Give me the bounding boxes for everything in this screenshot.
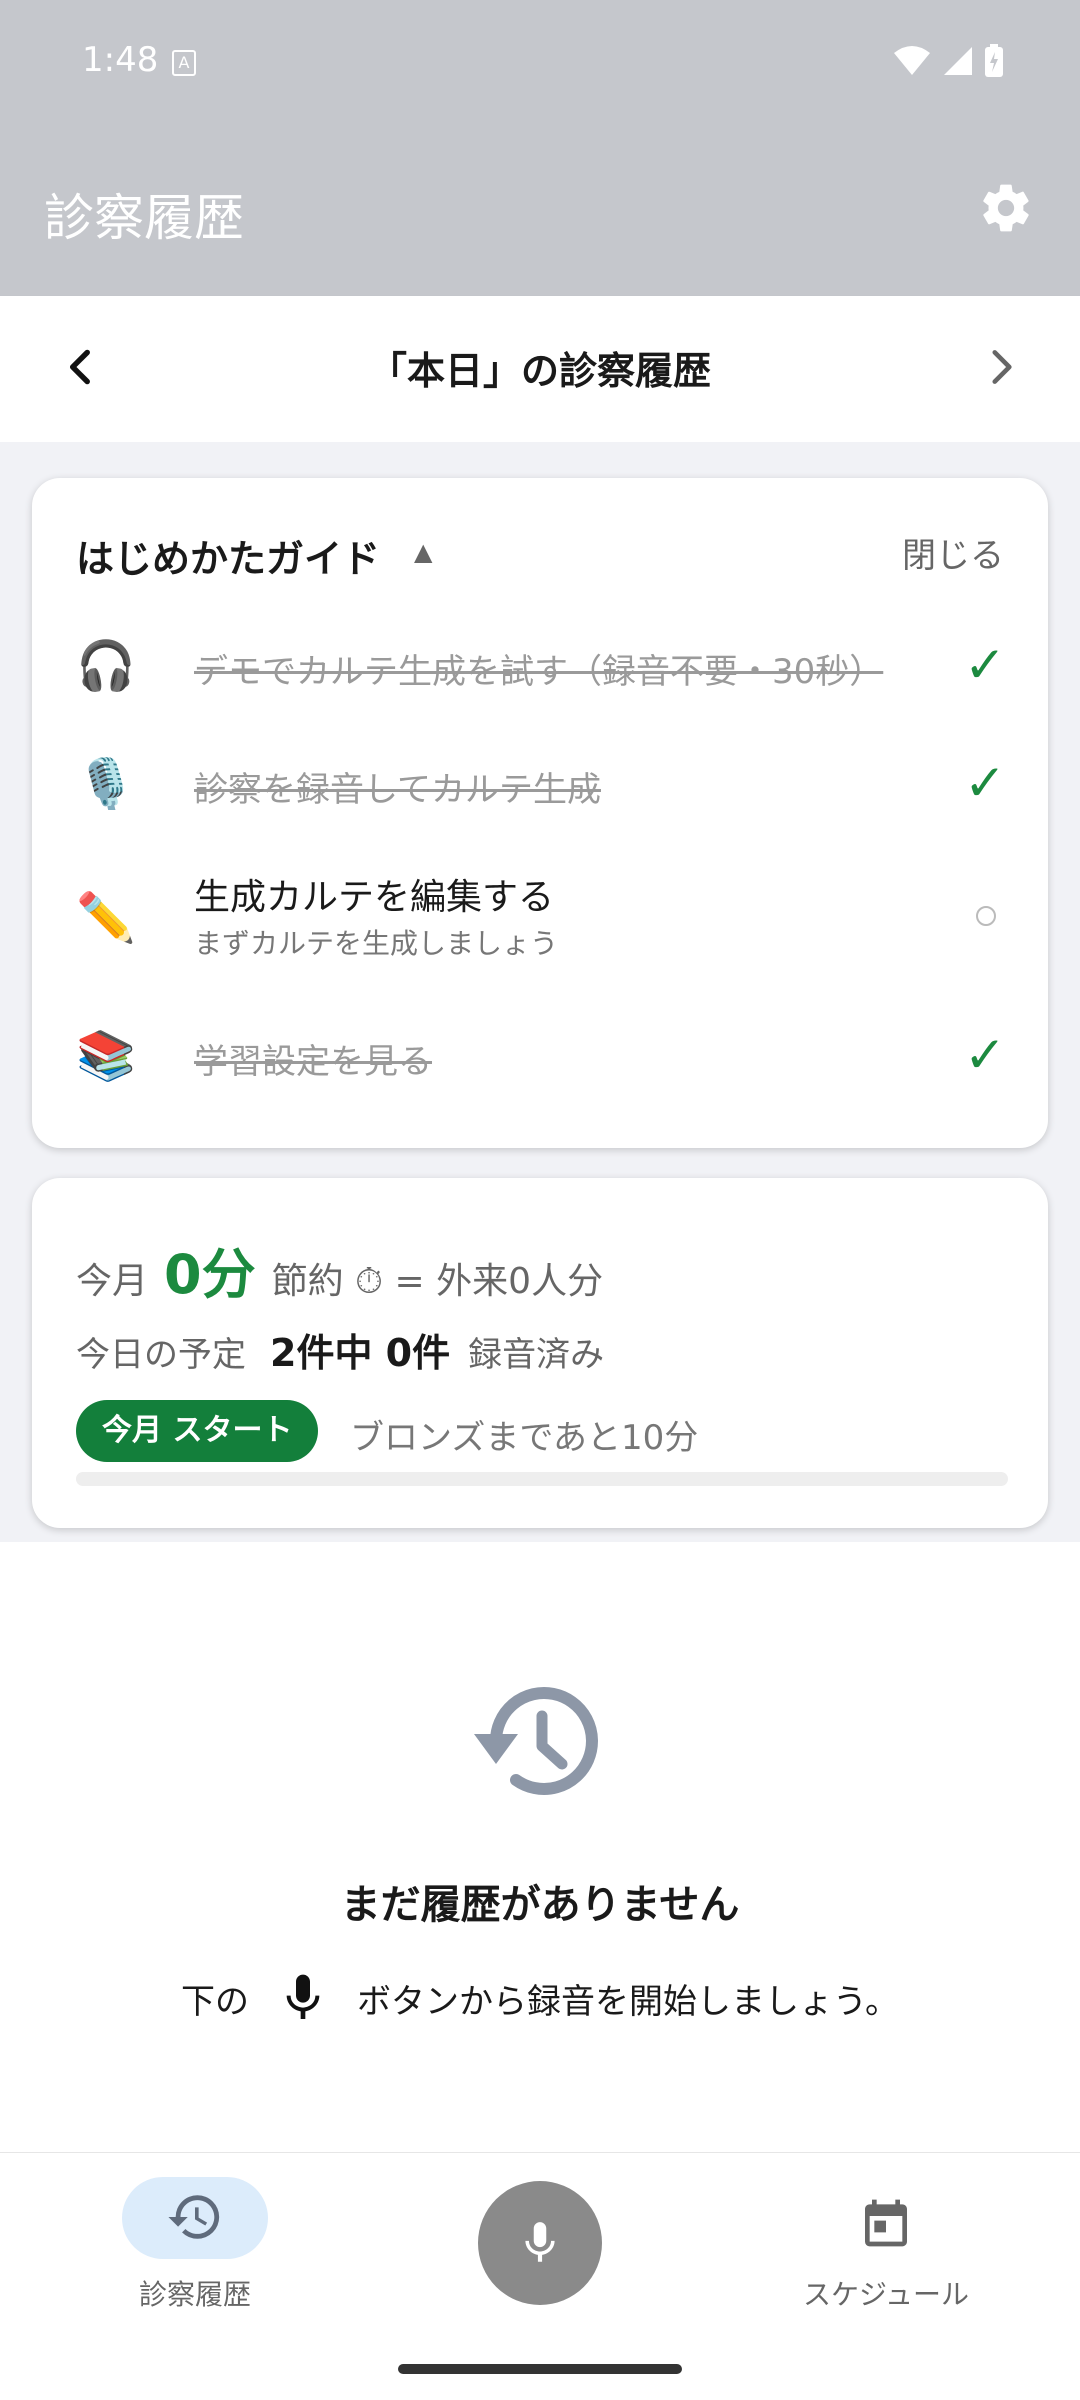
- guide-item-label: 診察を録音してカルテ生成: [194, 770, 601, 810]
- status-icons: [892, 44, 1004, 78]
- empty-state-title: まだ履歴がありません: [340, 1882, 740, 1928]
- guide-item-sublabel: まずカルテを生成しましょう: [194, 927, 559, 960]
- saved-suffix: 節約 ⏱ = 外来0人分: [271, 1261, 604, 1302]
- getting-started-guide-card: はじめかたガイド ▲ 閉じる 🎧 デモでカルテ生成を試す（録音不要・30秒） ✓…: [32, 478, 1048, 1148]
- guide-item-label: デモでカルテ生成を試す（録音不要・30秒）: [194, 652, 884, 692]
- guide-item-label: 学習設定を見る: [194, 1042, 432, 1082]
- next-day-button[interactable]: [976, 342, 1026, 392]
- calendar-icon[interactable]: [858, 2195, 914, 2251]
- nav-schedule-label[interactable]: スケジュール: [786, 2273, 986, 2313]
- guide-item-record[interactable]: 🎙️ 診察を録音してカルテ生成 ✓: [76, 740, 1006, 830]
- today-recorded-count: 2件中 0件: [270, 1331, 451, 1375]
- microphone-icon: [525, 2222, 555, 2262]
- pencil-icon: ✏️: [76, 890, 136, 946]
- wifi-icon: [894, 46, 930, 75]
- app-title: 診察履歴: [44, 189, 244, 247]
- guide-item-learning[interactable]: 📚 学習設定を見る ✓: [76, 1012, 1006, 1102]
- battery-icon: [985, 44, 1003, 77]
- status-time: 1:48: [82, 40, 159, 80]
- collapse-arrow-icon[interactable]: ▲: [414, 538, 432, 566]
- month-prefix: 今月: [76, 1261, 149, 1302]
- empty-desc-after: ボタンから録音を開始しましょう。: [357, 1981, 899, 2022]
- guide-item-label: 生成カルテを編集する: [194, 877, 555, 918]
- books-icon: 📚: [76, 1028, 136, 1084]
- guide-item-demo[interactable]: 🎧 デモでカルテ生成を試す（録音不要・30秒） ✓: [76, 622, 1006, 712]
- record-mic-button[interactable]: [478, 2181, 602, 2305]
- check-icon: ✓: [964, 1026, 1006, 1084]
- saved-minutes: 0分: [164, 1243, 256, 1306]
- history-icon: [168, 2195, 220, 2239]
- guide-item-edit[interactable]: ✏️ 生成カルテを編集する まずカルテを生成しましょう: [76, 864, 1006, 974]
- today-suffix: 録音済み: [468, 1335, 605, 1375]
- date-bar: 「本日」の診察履歴: [0, 296, 1080, 442]
- today-schedule-row: 今日の予定 2件中 0件 録音済み: [76, 1322, 604, 1377]
- nav-history-tab[interactable]: [122, 2177, 268, 2259]
- check-icon: ✓: [964, 754, 1006, 812]
- home-indicator: [398, 2364, 682, 2374]
- history-icon: [474, 1687, 598, 1795]
- microphone-icon: [286, 1974, 320, 2019]
- empty-desc-before: 下の: [181, 1981, 250, 2022]
- app-bar: 1:48 A 診察履歴: [0, 0, 1080, 296]
- nav-history-label[interactable]: 診察履歴: [100, 2273, 290, 2313]
- monthly-savings-row: 今月 0分 節約 ⏱ = 外来0人分: [76, 1230, 603, 1309]
- signal-icon: [944, 47, 972, 75]
- empty-state-description: 下の ボタンから録音を開始しましょう。: [0, 1970, 1080, 2026]
- guide-title: はじめかたガイド: [76, 537, 381, 581]
- microphone-icon: 🎙️: [76, 756, 136, 812]
- headphones-icon: 🎧: [76, 638, 136, 694]
- settings-gear-icon[interactable]: [978, 180, 1034, 236]
- guide-close-button[interactable]: 閉じる: [902, 528, 1004, 577]
- rank-progress-bar: [76, 1472, 1008, 1486]
- bottom-navigation: 診察履歴 スケジュール: [0, 2152, 1080, 2400]
- pending-circle-icon: [976, 906, 996, 926]
- today-prefix: 今日の予定: [76, 1335, 246, 1375]
- check-icon: ✓: [964, 636, 1006, 694]
- date-title: 「本日」の診察履歴: [368, 349, 711, 393]
- rank-badge: 今月 スタート: [76, 1400, 319, 1462]
- monthly-stats-card: 今月 0分 節約 ⏱ = 外来0人分 今日の予定 2件中 0件 録音済み 今月 …: [32, 1178, 1048, 1528]
- keyboard-status-icon: A: [172, 50, 196, 76]
- next-rank-text: ブロンズまであと10分: [350, 1418, 699, 1458]
